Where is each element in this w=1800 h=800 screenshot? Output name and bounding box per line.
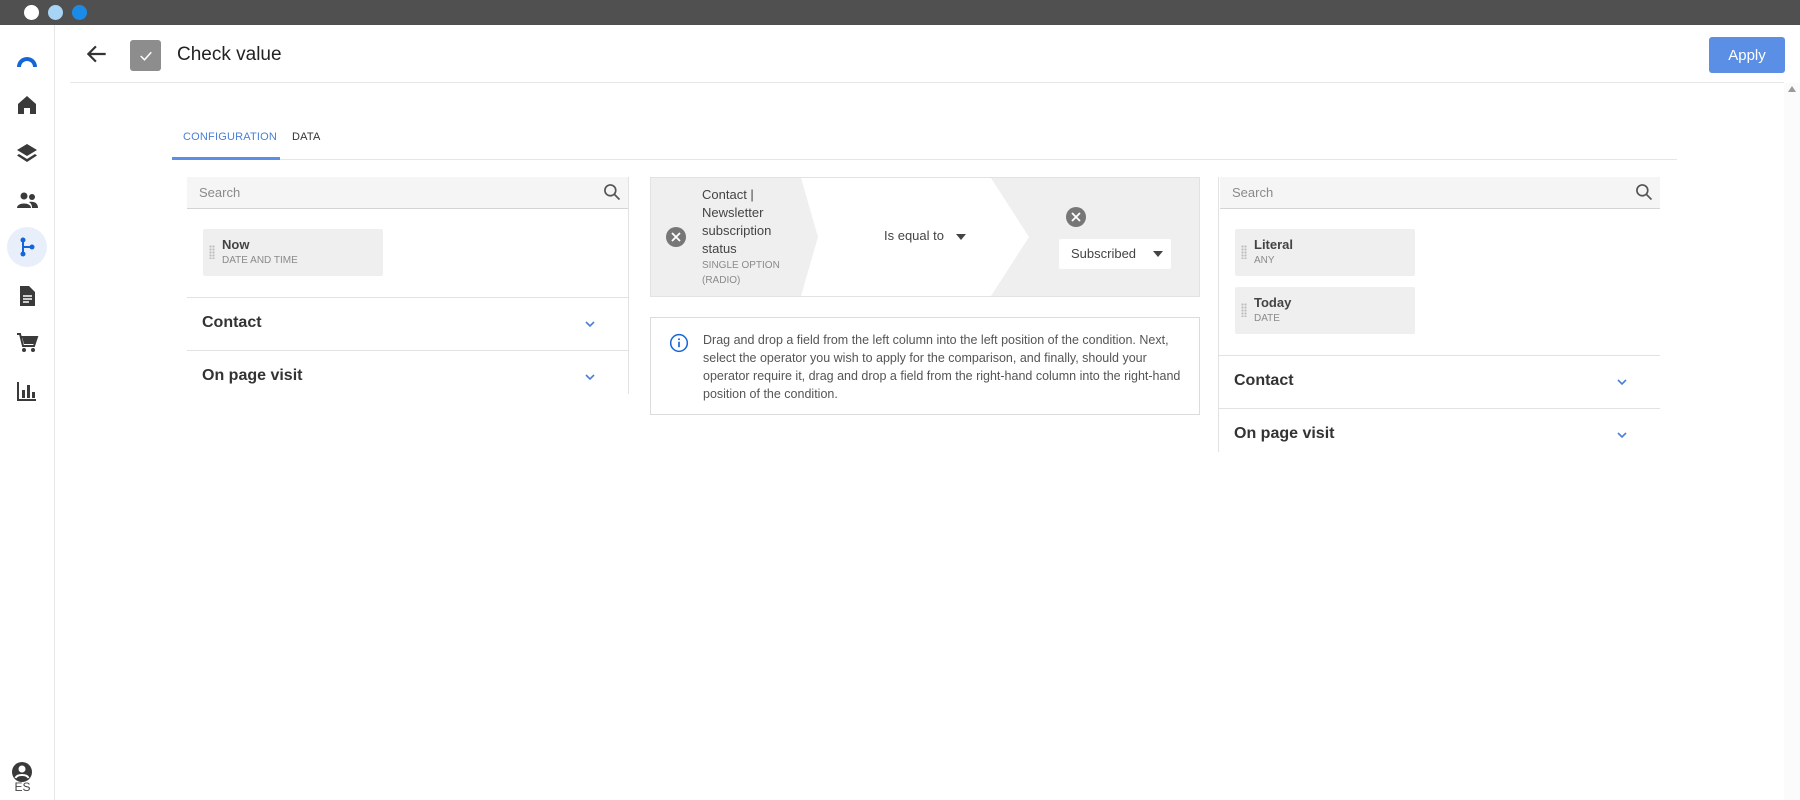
language-label[interactable]: ES <box>0 780 45 794</box>
caret-down-icon[interactable] <box>1153 251 1163 257</box>
info-icon <box>669 333 689 353</box>
left-search-box <box>187 177 628 209</box>
field-chip-today[interactable]: Today DATE <box>1235 287 1415 334</box>
page-header: Check value Apply <box>70 25 1785 83</box>
chevron-down-icon[interactable] <box>584 318 596 330</box>
logo-icon[interactable] <box>7 40 47 80</box>
chevron-down-icon[interactable] <box>1616 429 1628 441</box>
scroll-up-arrow-icon[interactable] <box>1788 86 1796 92</box>
left-chip-list: Now DATE AND TIME <box>187 209 628 297</box>
group-label: On page visit <box>1234 425 1335 442</box>
drag-handle-icon[interactable] <box>1241 303 1247 317</box>
remove-right-value-icon[interactable] <box>1066 207 1086 227</box>
condition-builder: Contact | Newsletter subscription status… <box>650 177 1200 297</box>
document-icon[interactable] <box>7 276 47 316</box>
window-maximize-dot[interactable] <box>72 5 87 20</box>
group-label: Contact <box>1234 372 1294 389</box>
field-chip-now[interactable]: Now DATE AND TIME <box>203 229 383 276</box>
layers-icon[interactable] <box>7 133 47 173</box>
sidebar: ES <box>0 25 55 800</box>
chart-icon[interactable] <box>7 371 47 411</box>
group-label: Contact <box>202 314 262 331</box>
window-close-dot[interactable] <box>24 5 39 20</box>
tab-bar: CONFIGURATION DATA <box>172 128 1677 160</box>
group-on-page-visit[interactable]: On page visit <box>1219 408 1660 461</box>
window-minimize-dot[interactable] <box>48 5 63 20</box>
search-icon[interactable] <box>602 182 622 202</box>
left-search-input[interactable] <box>187 177 628 208</box>
chip-type: DATE <box>1254 313 1280 324</box>
value-label: Subscribed <box>1071 246 1137 261</box>
caret-down-icon[interactable] <box>956 233 966 240</box>
info-text: Drag and drop a field from the left colu… <box>703 333 1181 401</box>
apply-button[interactable]: Apply <box>1709 37 1785 73</box>
back-arrow-icon[interactable] <box>84 41 110 67</box>
value-select[interactable]: Subscribed <box>1059 239 1171 269</box>
left-field-panel: Now DATE AND TIME Contact On page visit <box>187 177 629 394</box>
operator-label: Is equal to <box>884 228 944 243</box>
people-icon[interactable] <box>7 180 47 220</box>
chip-type: ANY <box>1254 255 1275 266</box>
info-box: Drag and drop a field from the left colu… <box>650 317 1200 415</box>
chip-name: Now <box>222 237 250 252</box>
window-titlebar <box>0 0 1800 25</box>
group-on-page-visit[interactable]: On page visit <box>187 350 628 403</box>
condition-field-name: Contact | Newsletter subscription status <box>702 187 772 256</box>
cart-icon[interactable] <box>7 323 47 363</box>
chip-name: Literal <box>1254 237 1294 252</box>
scrollbar[interactable] <box>1784 83 1800 800</box>
right-search-box <box>1220 177 1660 209</box>
group-contact[interactable]: Contact <box>1219 355 1660 408</box>
chip-type: DATE AND TIME <box>222 255 298 266</box>
drag-handle-icon[interactable] <box>1241 245 1247 259</box>
home-icon[interactable] <box>7 85 47 125</box>
condition-left-slot[interactable]: Contact | Newsletter subscription status… <box>651 178 821 296</box>
right-chip-list: Literal ANY Today DATE <box>1219 209 1660 355</box>
group-contact[interactable]: Contact <box>187 297 628 350</box>
drag-handle-icon[interactable] <box>209 245 215 259</box>
right-search-input[interactable] <box>1220 177 1660 208</box>
chevron-down-icon[interactable] <box>1616 376 1628 388</box>
tab-data[interactable]: DATA <box>292 128 342 160</box>
condition-field-type: SINGLE OPTION (RADIO) <box>702 260 780 286</box>
page-title: Check value <box>177 44 282 65</box>
operator-dropdown[interactable]: Is equal to <box>884 228 966 243</box>
tab-configuration[interactable]: CONFIGURATION <box>172 128 280 160</box>
right-field-panel: Literal ANY Today DATE Contact On page v… <box>1218 177 1660 452</box>
flow-icon[interactable] <box>7 227 47 267</box>
remove-left-field-icon[interactable] <box>666 227 686 247</box>
chip-name: Today <box>1254 295 1292 310</box>
check-value-icon <box>130 40 161 71</box>
chevron-down-icon[interactable] <box>584 371 596 383</box>
group-label: On page visit <box>202 367 303 384</box>
search-icon[interactable] <box>1634 182 1654 202</box>
field-chip-literal[interactable]: Literal ANY <box>1235 229 1415 276</box>
